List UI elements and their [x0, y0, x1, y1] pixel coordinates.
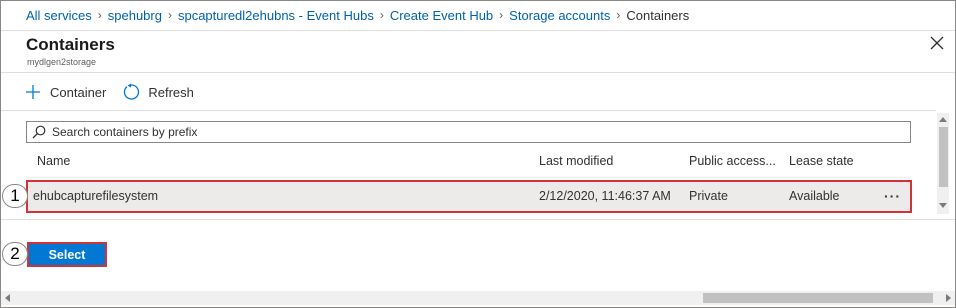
column-header-last-modified[interactable]: Last modified: [539, 154, 613, 168]
chevron-right-icon: ›: [97, 8, 102, 22]
search-input[interactable]: [52, 125, 892, 139]
divider: [1, 72, 955, 73]
breadcrumb-resource-group[interactable]: spehubrg: [108, 8, 162, 23]
chevron-right-icon: ›: [616, 8, 621, 22]
blade-subtitle: mydlgen2storage: [27, 57, 97, 67]
table-row[interactable]: [26, 180, 912, 213]
search-box: [26, 121, 911, 143]
vertical-scrollbar[interactable]: [937, 113, 949, 214]
breadcrumb-all-services[interactable]: All services: [26, 8, 92, 23]
breadcrumb: All services › spehubrg › spcapturedl2eh…: [26, 7, 689, 23]
breadcrumb-event-hubs-namespace[interactable]: spcapturedl2ehubns - Event Hubs: [178, 8, 374, 23]
add-container-button[interactable]: Container: [24, 83, 106, 101]
search-icon: [32, 125, 46, 139]
refresh-icon: [122, 83, 140, 101]
breadcrumb-create-event-hub[interactable]: Create Event Hub: [390, 8, 493, 23]
breadcrumb-storage-accounts[interactable]: Storage accounts: [509, 8, 610, 23]
scroll-down-icon[interactable]: [939, 203, 947, 208]
select-button[interactable]: Select: [27, 242, 107, 267]
step-callout-1: 1: [2, 184, 28, 208]
divider: [1, 219, 955, 220]
command-bar: Container Refresh: [24, 80, 210, 104]
scrollbar-thumb[interactable]: [939, 127, 948, 187]
plus-icon: [24, 83, 42, 101]
blade-title: Containers: [26, 35, 115, 54]
scroll-left-icon[interactable]: [5, 294, 10, 302]
divider: [1, 30, 955, 31]
table-header-divider: [26, 177, 911, 178]
lease-state-cell: Available: [789, 189, 840, 203]
column-header-public-access[interactable]: Public access...: [689, 154, 776, 168]
close-button[interactable]: [928, 34, 946, 52]
public-access-cell: Private: [689, 189, 728, 203]
chevron-right-icon: ›: [167, 8, 172, 22]
scroll-up-icon[interactable]: [939, 117, 947, 122]
more-icon[interactable]: ···: [884, 188, 901, 204]
refresh-button[interactable]: Refresh: [122, 83, 194, 101]
scrollbar-thumb[interactable]: [703, 293, 933, 303]
step-callout-2: 2: [2, 242, 28, 266]
close-icon: [930, 36, 944, 50]
last-modified-cell: 2/12/2020, 11:46:37 AM: [539, 189, 671, 203]
breadcrumb-current-containers: Containers: [626, 7, 690, 23]
container-name-cell[interactable]: ehubcapturefilesystem: [33, 189, 158, 203]
chevron-right-icon: ›: [379, 8, 384, 22]
column-header-name[interactable]: Name: [37, 154, 70, 168]
add-container-label: Container: [50, 84, 107, 100]
horizontal-scrollbar[interactable]: [1, 291, 955, 305]
divider: [1, 110, 936, 111]
chevron-right-icon: ›: [499, 8, 504, 22]
refresh-label: Refresh: [148, 84, 194, 100]
column-header-lease-state[interactable]: Lease state: [789, 154, 854, 168]
scroll-right-icon[interactable]: [946, 294, 951, 302]
